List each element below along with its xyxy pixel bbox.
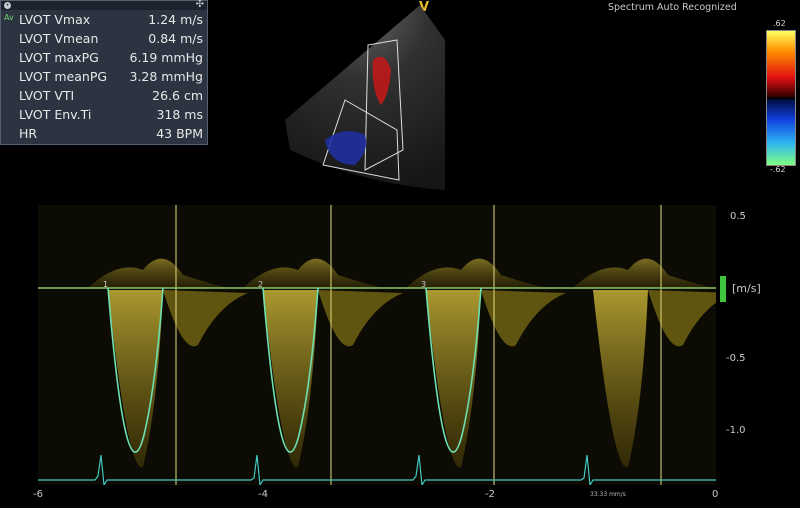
- measurement-label: LVOT Vmean: [19, 31, 99, 46]
- forward-flow-spectrum: [243, 258, 383, 288]
- x-tick-0: 0: [712, 489, 719, 500]
- color-bar-bottom-label: -.62: [770, 165, 786, 174]
- color-velocity-bar: [766, 30, 796, 166]
- x-tick-neg4: -4: [258, 489, 268, 500]
- measurement-value: 3.28 mmHg: [129, 69, 204, 84]
- measurement-label: HR: [19, 126, 38, 141]
- forward-flow-spectrum: [88, 258, 228, 288]
- panel-title-bar: • ✣: [1, 0, 207, 10]
- y-tick-neg-1-0: -1.0: [726, 425, 746, 436]
- measurement-value: 26.6 cm: [152, 88, 203, 103]
- measurement-list: LVOT Vmax 1.24 m/s LVOT Vmean 0.84 m/s LVOT …: [1, 10, 207, 143]
- doppler-svg: 1 2 3: [38, 205, 716, 485]
- measurement-value: 43 BPM: [156, 126, 203, 141]
- measurement-label: LVOT maxPG: [19, 50, 99, 65]
- secondary-flow-spectrum: [648, 290, 716, 347]
- doppler-spectrum: 1 2 3: [38, 205, 716, 485]
- echo-sector-image: [285, 5, 445, 190]
- measurement-row: HR 43 BPM: [1, 124, 207, 143]
- measurement-value: 6.19 mmHg: [129, 50, 204, 65]
- velocity-unit-label: [m/s]: [732, 282, 761, 295]
- cycle-marker-label: 3: [421, 280, 426, 289]
- spectral-envelopes: [88, 205, 716, 485]
- x-tick-neg6: -6: [33, 489, 43, 500]
- measurement-label: LVOT meanPG: [19, 69, 108, 84]
- measurement-row: LVOT Vmax 1.24 m/s: [1, 10, 207, 29]
- color-bar-top-label: .62: [773, 19, 786, 28]
- forward-flow-spectrum: [573, 258, 713, 288]
- forward-flow-spectrum: [406, 258, 546, 288]
- x-tick-neg2: -2: [485, 489, 495, 500]
- y-tick-0-5: 0.5: [730, 211, 746, 222]
- measurement-value: 0.84 m/s: [148, 31, 203, 46]
- sweep-speed-label: 33.33 mm/s: [590, 491, 626, 498]
- measurement-row: LVOT maxPG 6.19 mmHg: [1, 48, 207, 67]
- measurement-value: 318 ms: [156, 107, 203, 122]
- measurement-value: 1.24 m/s: [148, 12, 203, 27]
- lvot-flow-spectrum: [593, 290, 648, 468]
- scale-indicator[interactable]: [720, 276, 726, 302]
- cycle-marker-label: 2: [258, 280, 263, 289]
- measurement-panel: • ✣ Av LVOT Vmax 1.24 m/s LVOT Vmean 0.84 m…: [0, 0, 208, 145]
- measurement-label: LVOT Vmax: [19, 12, 91, 27]
- measurement-row: LVOT Env.Ti 318 ms: [1, 105, 207, 124]
- spectrum-status-text: Spectrum Auto Recognized: [608, 2, 737, 13]
- measurement-row: LVOT Vmean 0.84 m/s: [1, 29, 207, 48]
- measurement-row: LVOT meanPG 3.28 mmHg: [1, 67, 207, 86]
- measurement-row: LVOT VTI 26.6 cm: [1, 86, 207, 105]
- measurement-label: LVOT Env.Ti: [19, 107, 92, 122]
- panel-menu-icon[interactable]: •: [4, 2, 11, 9]
- cycle-marker-label: 1: [103, 280, 108, 289]
- measurement-label: LVOT VTI: [19, 88, 75, 103]
- y-tick-neg-0-5: -0.5: [726, 353, 746, 364]
- move-icon[interactable]: ✣: [196, 0, 204, 10]
